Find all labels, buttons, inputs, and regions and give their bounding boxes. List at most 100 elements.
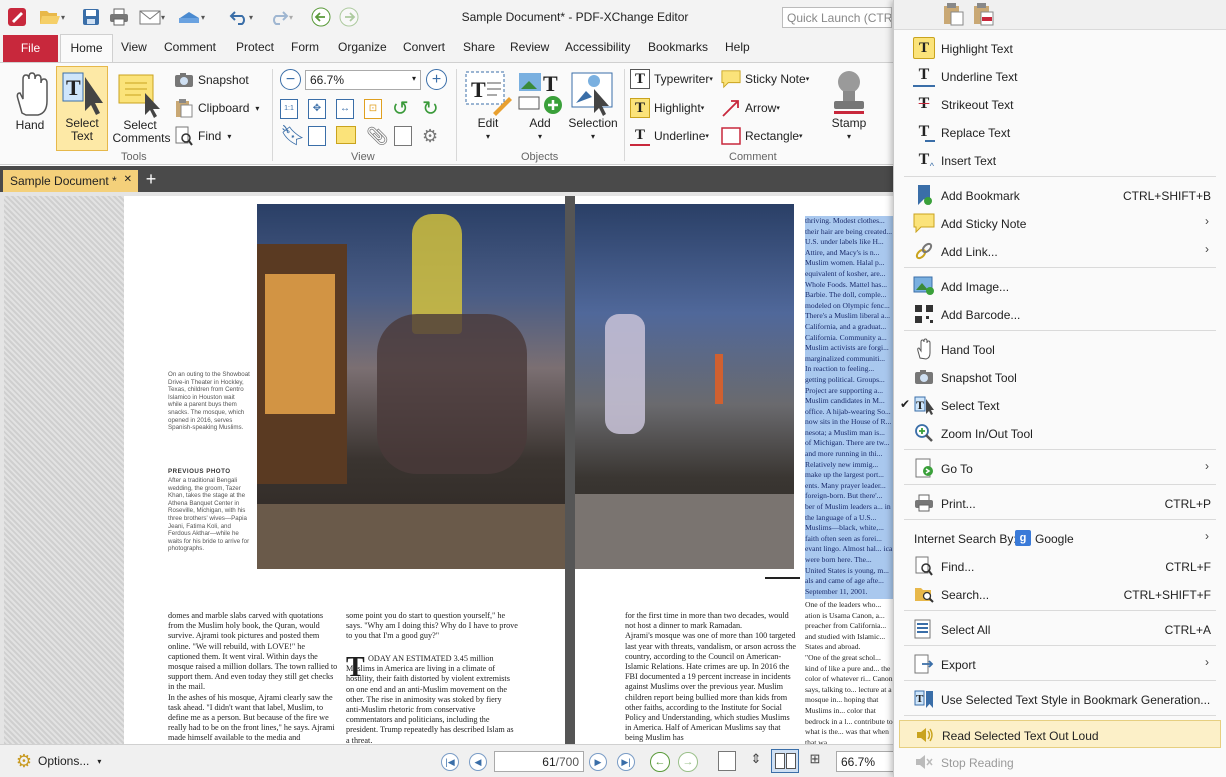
last-page-icon[interactable]: ▶| (617, 753, 635, 771)
menu-item-zoom-tool[interactable]: Zoom In/Out Tool (894, 419, 1226, 447)
menu-item-hand-tool[interactable]: Hand Tool (894, 335, 1226, 363)
options-button[interactable]: ⚙ Options... ▾ (14, 751, 101, 771)
tab-share[interactable]: Share (463, 40, 495, 54)
zoom-in-button[interactable]: + (426, 69, 447, 90)
nav-back-icon[interactable]: ← (650, 752, 670, 772)
quick-launch-input[interactable]: Quick Launch (CTRL (782, 7, 892, 28)
rectangle-button[interactable]: Rectangle ▾ (721, 126, 803, 146)
file-menu[interactable]: File (3, 35, 58, 62)
fit-page-icon[interactable]: ✥ (308, 99, 326, 119)
menu-item-read-aloud[interactable]: Read Selected Text Out Loud (899, 720, 1221, 748)
next-page-icon[interactable]: ▶ (589, 753, 607, 771)
pages-pane-icon[interactable] (308, 126, 326, 146)
select-comments-button[interactable]: Select Comments (110, 69, 171, 145)
attachments-pane-icon[interactable]: 📎︎ (366, 126, 389, 148)
menu-item-add-link[interactable]: Add Link... › (894, 237, 1226, 265)
print-icon[interactable] (107, 6, 131, 28)
bookmarks-pane-icon[interactable]: 🔖︎ (280, 126, 305, 148)
single-page-icon[interactable] (718, 751, 736, 771)
menu-item-underline-text[interactable]: T Underline Text (894, 62, 1226, 90)
redo-icon[interactable]: ▾ (262, 6, 300, 28)
two-page-icon[interactable] (771, 749, 799, 773)
continuous-page-icon[interactable]: ⇕ (746, 751, 766, 771)
properties-pane-icon[interactable] (394, 126, 412, 146)
tab-accessibility[interactable]: Accessibility (565, 40, 630, 54)
email-icon[interactable]: ▾ (134, 6, 170, 28)
rotate-right-icon[interactable]: ↻ (422, 99, 442, 119)
menu-item-highlight-text[interactable]: T Highlight Text (894, 34, 1226, 62)
two-page-continuous-icon[interactable]: ⊞ (802, 751, 828, 771)
arrow-button[interactable]: Arrow ▾ (721, 98, 780, 118)
menu-item-add-sticky-note[interactable]: Add Sticky Note › (894, 209, 1226, 237)
page-right[interactable]: for the first time in more than two deca… (575, 196, 893, 744)
snapshot-button[interactable]: Snapshot (174, 70, 249, 90)
tab-bookmarks[interactable]: Bookmarks (648, 40, 708, 54)
hand-tool-button[interactable]: Hand (8, 69, 52, 132)
menu-item-use-text-style-bookmark[interactable]: T Use Selected Text Style in Bookmark Ge… (894, 685, 1226, 713)
nav-forward-icon[interactable]: → (678, 752, 698, 772)
add-button[interactable]: T Add ▾ (514, 69, 566, 143)
typewriter-button[interactable]: T Typewriter ▾ (630, 69, 713, 89)
menu-item-select-text[interactable]: ✔ T Select Text (894, 391, 1226, 419)
open-file-icon[interactable]: ▾ (37, 6, 67, 28)
comments-pane-icon[interactable] (336, 126, 356, 144)
clipboard-pdf-icon[interactable] (972, 2, 994, 26)
menu-item-replace-text[interactable]: T Replace Text (894, 118, 1226, 146)
close-tab-icon[interactable]: ✕ (124, 174, 132, 185)
document-tab[interactable]: Sample Document * ✕ (3, 170, 138, 192)
menu-item-add-barcode[interactable]: Add Barcode... (894, 300, 1226, 328)
back-icon[interactable] (309, 6, 333, 28)
stamp-button[interactable]: Stamp ▾ (826, 69, 872, 143)
settings-pane-icon[interactable]: ⚙ (422, 126, 442, 146)
highlight-button[interactable]: T Highlight ▾ (630, 98, 704, 118)
zoom-out-button[interactable]: − (280, 69, 301, 90)
sticky-note-button[interactable]: Sticky Note ▾ (721, 69, 809, 89)
menu-item-add-image[interactable]: Add Image... (894, 272, 1226, 300)
app-logo-icon[interactable] (4, 6, 30, 28)
tab-help[interactable]: Help (725, 40, 750, 54)
tab-form[interactable]: Form (291, 40, 319, 54)
first-page-icon[interactable]: |◀ (441, 753, 459, 771)
page-left[interactable]: On an outing to the Showboat Drive-in Th… (124, 196, 569, 744)
selected-text-column[interactable]: thriving. Modest clothes... their hair a… (805, 216, 893, 599)
actual-size-icon[interactable]: 1:1 (280, 99, 298, 119)
underline-button[interactable]: T Underline ▾ (630, 126, 709, 146)
fit-width-icon[interactable]: ↔ (336, 99, 354, 119)
clipboard-button[interactable]: Clipboard ▾ (174, 98, 259, 118)
tab-review[interactable]: Review (510, 40, 549, 54)
menu-item-search[interactable]: Search... CTRL+SHIFT+F (894, 580, 1226, 608)
menu-item-snapshot-tool[interactable]: Snapshot Tool (894, 363, 1226, 391)
new-tab-button[interactable]: + (142, 170, 160, 190)
tab-convert[interactable]: Convert (403, 40, 445, 54)
page-number-input[interactable]: 61/700 (494, 751, 584, 772)
menu-item-select-all[interactable]: Select All CTRL+A (894, 615, 1226, 643)
edit-button[interactable]: T Edit ▾ (462, 69, 514, 143)
menu-item-export[interactable]: Export › (894, 650, 1226, 678)
forward-icon[interactable] (337, 6, 361, 28)
prev-page-icon[interactable]: ◀ (469, 753, 487, 771)
zoom-select[interactable]: 66.7% ▾ (305, 70, 421, 90)
zoom-status-input[interactable]: 66.7% (836, 751, 894, 772)
menu-item-find[interactable]: Find... CTRL+F (894, 552, 1226, 580)
tab-organize[interactable]: Organize (338, 40, 387, 54)
tab-comment[interactable]: Comment (164, 40, 216, 54)
fit-visible-icon[interactable]: ⊡ (364, 99, 382, 119)
menu-item-internet-search[interactable]: Internet Search By: g Google › (894, 524, 1226, 552)
tab-protect[interactable]: Protect (236, 40, 274, 54)
menu-item-stop-reading[interactable]: Stop Reading (894, 748, 1226, 776)
menu-item-insert-text[interactable]: T ^ Insert Text (894, 146, 1226, 174)
select-text-button[interactable]: T Select Text (56, 66, 108, 151)
selection-button[interactable]: Selection ▾ (566, 69, 620, 143)
clipboard-paste-icon[interactable] (942, 2, 964, 26)
find-button[interactable]: Find ▾ (174, 126, 231, 146)
tab-view[interactable]: View (121, 40, 147, 54)
menu-item-print[interactable]: Print... CTRL+P (894, 489, 1226, 517)
tab-home[interactable]: Home (60, 34, 113, 63)
menu-item-add-bookmark[interactable]: Add Bookmark CTRL+SHIFT+B (894, 181, 1226, 209)
menu-item-strikeout-text[interactable]: T Strikeout Text (894, 90, 1226, 118)
menu-item-go-to[interactable]: Go To › (894, 454, 1226, 482)
undo-icon[interactable]: ▾ (222, 6, 260, 28)
scan-icon[interactable]: ▾ (172, 6, 210, 28)
save-icon[interactable] (80, 6, 102, 28)
rotate-left-icon[interactable]: ↺ (392, 99, 412, 119)
